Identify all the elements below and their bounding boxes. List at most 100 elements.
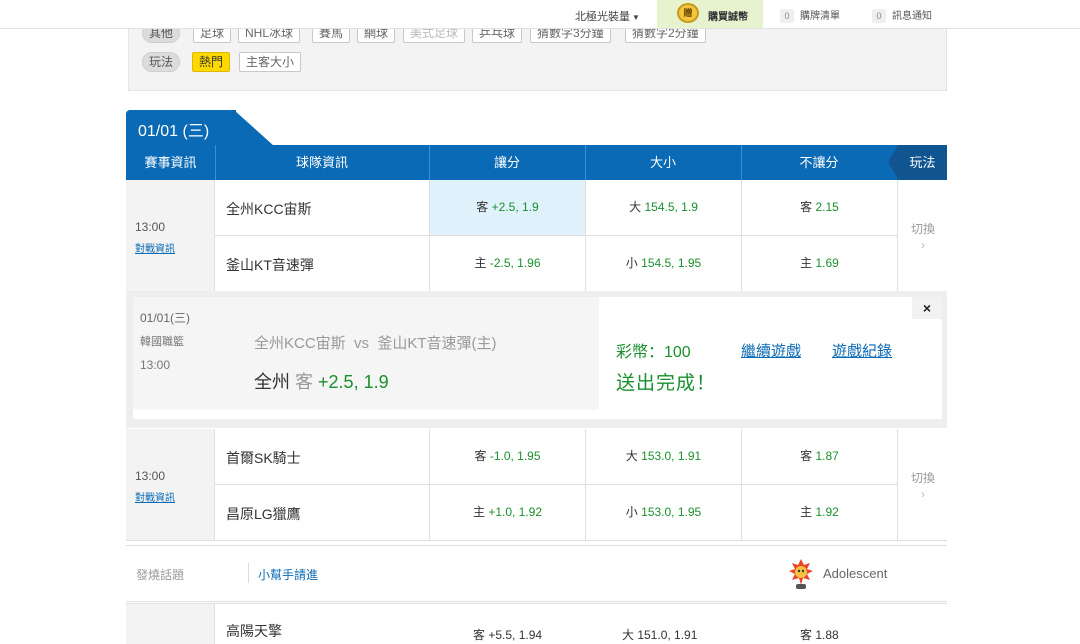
odds-cell-home-spread[interactable]: 主 -2.5, 1.96 bbox=[429, 236, 585, 291]
home-team: 釜山KT音速彈 bbox=[226, 257, 314, 273]
odds-value: 1.87 bbox=[815, 449, 839, 463]
odds-side: 主 bbox=[800, 505, 813, 519]
away-team: 全州KCC宙斯 bbox=[226, 201, 312, 217]
match-row: 13:00 對戰資訊 全州KCC宙斯 釜山KT音速彈 客 +2.5, 1.9 主… bbox=[126, 180, 947, 292]
odds-value: 153.0, 1.91 bbox=[641, 449, 702, 463]
odds-cell-away-spread[interactable]: 客 +2.5, 1.9 bbox=[429, 180, 585, 235]
away-team: 首爾SK騎士 bbox=[226, 450, 301, 466]
odds-side: 小 bbox=[625, 505, 638, 519]
header-spread: 讓分 bbox=[493, 155, 520, 170]
match-row: 13:00 對戰資訊 首爾SK騎士 昌原LG獵鷹 客 -1.0, 1.95 主 … bbox=[126, 429, 947, 541]
odds-cell-away-ml[interactable]: 客 2.15 bbox=[741, 180, 897, 235]
odds-cell-away-ml[interactable]: 客 1.88 bbox=[800, 626, 839, 643]
match-time: 13:00 bbox=[135, 220, 166, 234]
odds-cell-over[interactable]: 大 151.0, 1.91 bbox=[622, 626, 697, 643]
odds-value: -2.5, 1.96 bbox=[489, 256, 541, 270]
odds-value: +2.5, 1.9 bbox=[491, 200, 539, 214]
user-name: 北極光裝量 bbox=[575, 11, 630, 23]
ticket-pick: 全州 客 +2.5, 1.9 bbox=[254, 368, 389, 394]
hot-topics-row: 發燒話題 小幫手請進 Adolescent bbox=[126, 545, 947, 602]
ticket-zigzag-edge bbox=[133, 405, 599, 411]
odds-value: +1.0, 1.92 bbox=[488, 505, 543, 519]
odds-value: 153.0, 1.95 bbox=[641, 505, 702, 519]
odds-cell-home-spread[interactable]: 主 +1.0, 1.92 bbox=[429, 485, 585, 540]
date-tab-label: 01/01 (三) bbox=[138, 123, 210, 140]
ticket-date: 01/01(三) bbox=[140, 311, 191, 325]
ticket-pick-value: +2.5, 1.9 bbox=[318, 372, 389, 392]
home-team: 昌原LG獵鷹 bbox=[226, 506, 301, 522]
odds-value: 154.5, 1.95 bbox=[641, 256, 702, 270]
odds-value: 154.5, 1.9 bbox=[644, 200, 698, 214]
odds-side: 客 bbox=[476, 200, 489, 214]
away-team: 高陽天擎 bbox=[226, 623, 282, 639]
odds-table-header: 賽事資訊 球隊資訊 讓分 大小 不讓分 玩法 bbox=[126, 145, 947, 180]
odds-side: 大 bbox=[629, 200, 642, 214]
coin-balance: 彩幣：100 bbox=[616, 344, 691, 361]
date-tab[interactable]: 01/01 (三) bbox=[126, 110, 274, 146]
header-moneyline: 不讓分 bbox=[799, 155, 839, 170]
match-info-link[interactable]: 對戰資訊 bbox=[135, 240, 175, 255]
filter-row-label-play: 玩法 bbox=[142, 52, 181, 72]
odds-side: 主 bbox=[800, 256, 813, 270]
topic-user-name[interactable]: Adolescent bbox=[823, 566, 887, 581]
odds-side: 客 bbox=[800, 449, 813, 463]
odds-cell-away-spread[interactable]: 客 +5.5, 1.94 bbox=[473, 626, 542, 643]
match-time: 13:00 bbox=[135, 469, 166, 483]
cart-link[interactable]: 0 購牌清單 bbox=[780, 7, 840, 23]
avatar[interactable] bbox=[788, 558, 814, 590]
header-play: 玩法 bbox=[909, 155, 936, 170]
match-row: 高陽天擎 客 +5.5, 1.94 大 151.0, 1.91 客 1.88 bbox=[126, 603, 947, 644]
close-icon[interactable]: × bbox=[912, 297, 942, 319]
odds-cell-under[interactable]: 小 153.0, 1.95 bbox=[585, 485, 741, 540]
chevron-right-icon: › bbox=[921, 487, 925, 501]
odds-cell-away-ml[interactable]: 客 1.87 bbox=[741, 429, 897, 484]
filter-chip-home-away-total[interactable]: 主客大小 bbox=[239, 52, 302, 72]
submit-success-message: 送出完成！ bbox=[616, 373, 717, 394]
messages-link[interactable]: 0 訊息通知 bbox=[872, 7, 932, 23]
header-total: 大小 bbox=[649, 155, 676, 170]
user-menu[interactable]: 北極光裝量 ▼ bbox=[575, 8, 640, 24]
buy-coins-label: 購買誠幣 bbox=[708, 12, 748, 23]
ticket-pick-side: 客 bbox=[295, 372, 314, 392]
helper-link[interactable]: 小幫手請進 bbox=[258, 566, 318, 583]
chevron-right-icon: › bbox=[921, 238, 925, 252]
game-history-link[interactable]: 遊戲紀錄 bbox=[832, 340, 892, 361]
switch-label: 切換 bbox=[910, 222, 935, 236]
messages-label: 訊息通知 bbox=[892, 11, 932, 22]
odds-value: -1.0, 1.95 bbox=[489, 449, 541, 463]
ticket-matchup: 全州KCC宙斯 vs 釜山KT音速彈(主) bbox=[254, 335, 497, 352]
odds-side: 主 bbox=[472, 505, 485, 519]
hot-topics-label: 發燒話題 bbox=[136, 568, 185, 582]
ticket-league: 韓國職籃 bbox=[140, 336, 184, 348]
switch-button[interactable]: 切換 › bbox=[897, 429, 947, 540]
continue-game-link[interactable]: 繼續遊戲 bbox=[741, 340, 801, 361]
switch-label: 切換 bbox=[910, 471, 935, 485]
ticket-pick-team: 全州 bbox=[254, 372, 290, 392]
odds-cell-home-ml[interactable]: 主 1.69 bbox=[741, 236, 897, 291]
odds-cell-over[interactable]: 大 154.5, 1.9 bbox=[585, 180, 741, 235]
match-info-link[interactable]: 對戰資訊 bbox=[135, 489, 175, 504]
messages-count-badge: 0 bbox=[872, 9, 886, 23]
odds-side: 客 bbox=[800, 200, 813, 214]
odds-cell-under[interactable]: 小 154.5, 1.95 bbox=[585, 236, 741, 291]
top-bar: 北極光裝量 ▼ 贈 購買誠幣 0 購牌清單 0 訊息通知 bbox=[0, 0, 1080, 29]
header-teams: 球隊資訊 bbox=[295, 155, 348, 170]
ticket-time: 13:00 bbox=[140, 358, 171, 372]
odds-cell-over[interactable]: 大 153.0, 1.91 bbox=[585, 429, 741, 484]
odds-side: 大 bbox=[625, 449, 638, 463]
odds-value: 1.69 bbox=[815, 256, 839, 270]
odds-value: 2.15 bbox=[815, 200, 839, 214]
switch-button[interactable]: 切換 › bbox=[897, 180, 947, 291]
odds-side: 客 bbox=[474, 449, 487, 463]
odds-cell-home-ml[interactable]: 主 1.92 bbox=[741, 485, 897, 540]
cart-count-badge: 0 bbox=[780, 9, 794, 23]
odds-cell-away-spread[interactable]: 客 -1.0, 1.95 bbox=[429, 429, 585, 484]
odds-side: 小 bbox=[625, 256, 638, 270]
chevron-down-icon: ▼ bbox=[632, 13, 640, 22]
odds-value: 1.92 bbox=[815, 505, 839, 519]
buy-coins-button[interactable]: 贈 購買誠幣 bbox=[657, 0, 763, 28]
filter-chip-hot[interactable]: 熱門 bbox=[192, 52, 231, 72]
coin-icon: 贈 bbox=[677, 3, 699, 23]
header-event: 賽事資訊 bbox=[144, 155, 197, 170]
header-play-tab[interactable]: 玩法 bbox=[888, 145, 947, 180]
